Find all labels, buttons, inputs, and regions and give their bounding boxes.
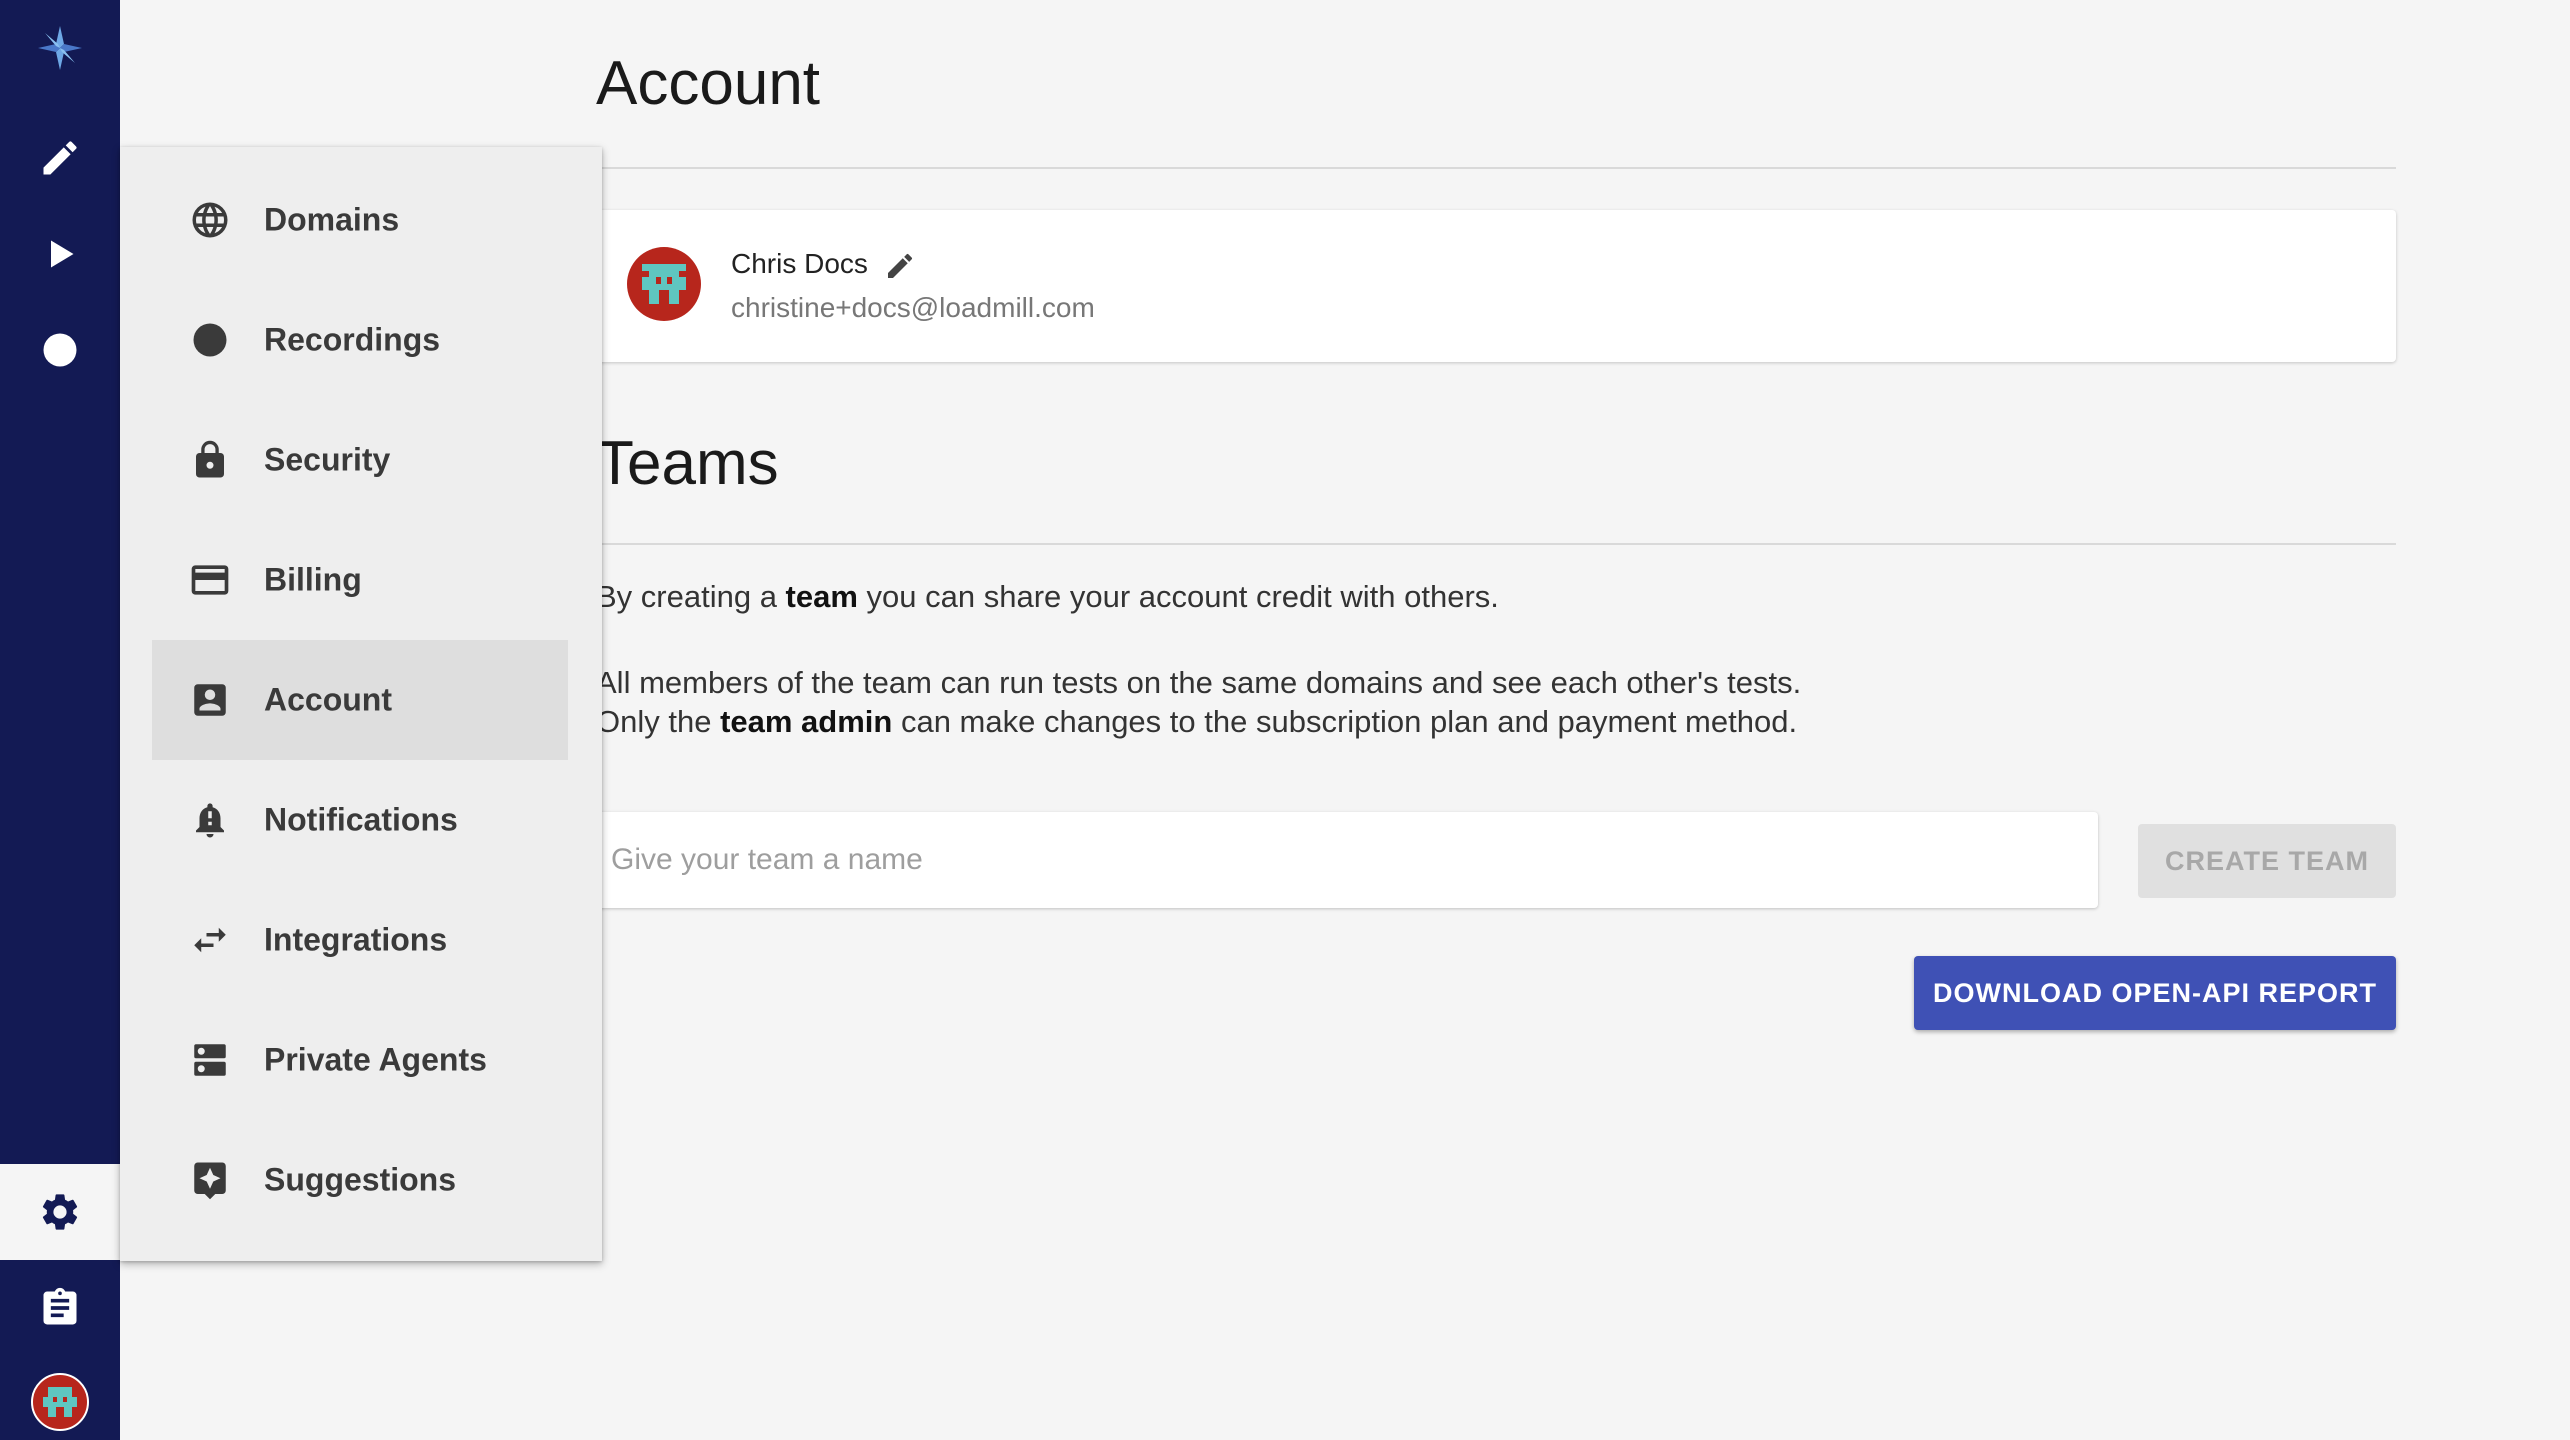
teams-description-2: All members of the team can run tests on… xyxy=(596,665,1802,700)
logo-icon[interactable] xyxy=(0,0,120,96)
text: can make changes to the subscription pla… xyxy=(892,704,1798,739)
menu-item-security[interactable]: Security xyxy=(152,400,568,520)
record-dot-icon xyxy=(188,318,232,362)
menu-item-domains[interactable]: Domains xyxy=(152,160,568,280)
menu-item-billing[interactable]: Billing xyxy=(152,520,568,640)
user-avatar[interactable] xyxy=(0,1354,120,1440)
team-name-input[interactable] xyxy=(596,812,2098,908)
menu-item-label: Security xyxy=(264,441,391,478)
download-openapi-report-button[interactable]: DOWNLOAD OPEN-API REPORT xyxy=(1914,956,2396,1030)
menu-item-label: Domains xyxy=(264,201,400,238)
menu-item-label: Recordings xyxy=(264,321,441,358)
menu-item-recordings[interactable]: Recordings xyxy=(152,280,568,400)
clipboard-icon[interactable] xyxy=(0,1260,120,1356)
lock-icon xyxy=(188,438,232,482)
server-icon xyxy=(188,1038,232,1082)
settings-menu: Domains Recordings Security Billing Acco… xyxy=(120,147,602,1261)
swap-arrows-icon xyxy=(188,918,232,962)
menu-item-label: Integrations xyxy=(264,921,448,958)
user-card: Chris Docs christine+docs@loadmill.com xyxy=(596,210,2396,362)
left-rail xyxy=(0,0,120,1440)
bold-text: team admin xyxy=(720,704,893,739)
menu-item-label: Notifications xyxy=(264,801,458,838)
divider xyxy=(596,543,2396,545)
teams-description-1: By creating a team you can share your ac… xyxy=(596,579,1499,615)
text: By creating a xyxy=(596,579,786,614)
menu-item-label: Billing xyxy=(264,561,362,598)
gear-icon[interactable] xyxy=(0,1164,120,1260)
avatar xyxy=(627,247,701,321)
account-box-icon xyxy=(188,678,232,722)
bold-text: team xyxy=(785,579,858,614)
page-title: Account xyxy=(596,49,821,118)
record-dot-icon[interactable] xyxy=(0,302,120,398)
bell-icon xyxy=(188,798,232,842)
teams-title: Teams xyxy=(596,429,779,498)
text: you can share your account credit with o… xyxy=(857,579,1499,614)
pencil-icon[interactable] xyxy=(884,250,916,282)
sparkle-icon xyxy=(188,1158,232,1202)
globe-icon xyxy=(188,198,232,242)
user-email: christine+docs@loadmill.com xyxy=(731,292,1095,323)
menu-item-account[interactable]: Account xyxy=(152,640,568,760)
menu-item-label: Suggestions xyxy=(264,1161,457,1198)
menu-item-private-agents[interactable]: Private Agents xyxy=(152,1000,568,1120)
pencil-icon[interactable] xyxy=(0,110,120,206)
menu-item-integrations[interactable]: Integrations xyxy=(152,880,568,1000)
divider xyxy=(596,167,2396,169)
user-name: Chris Docs xyxy=(731,248,868,279)
menu-item-label: Account xyxy=(264,681,392,718)
menu-item-suggestions[interactable]: Suggestions xyxy=(152,1120,568,1240)
menu-item-label: Private Agents xyxy=(264,1041,487,1078)
text: Only the xyxy=(596,704,721,739)
teams-description-3: Only the team admin can make changes to … xyxy=(596,704,1797,740)
credit-card-icon xyxy=(188,558,232,602)
menu-item-notifications[interactable]: Notifications xyxy=(152,760,568,880)
play-icon[interactable] xyxy=(0,206,120,302)
create-team-button[interactable]: CREATE TEAM xyxy=(2138,824,2396,898)
